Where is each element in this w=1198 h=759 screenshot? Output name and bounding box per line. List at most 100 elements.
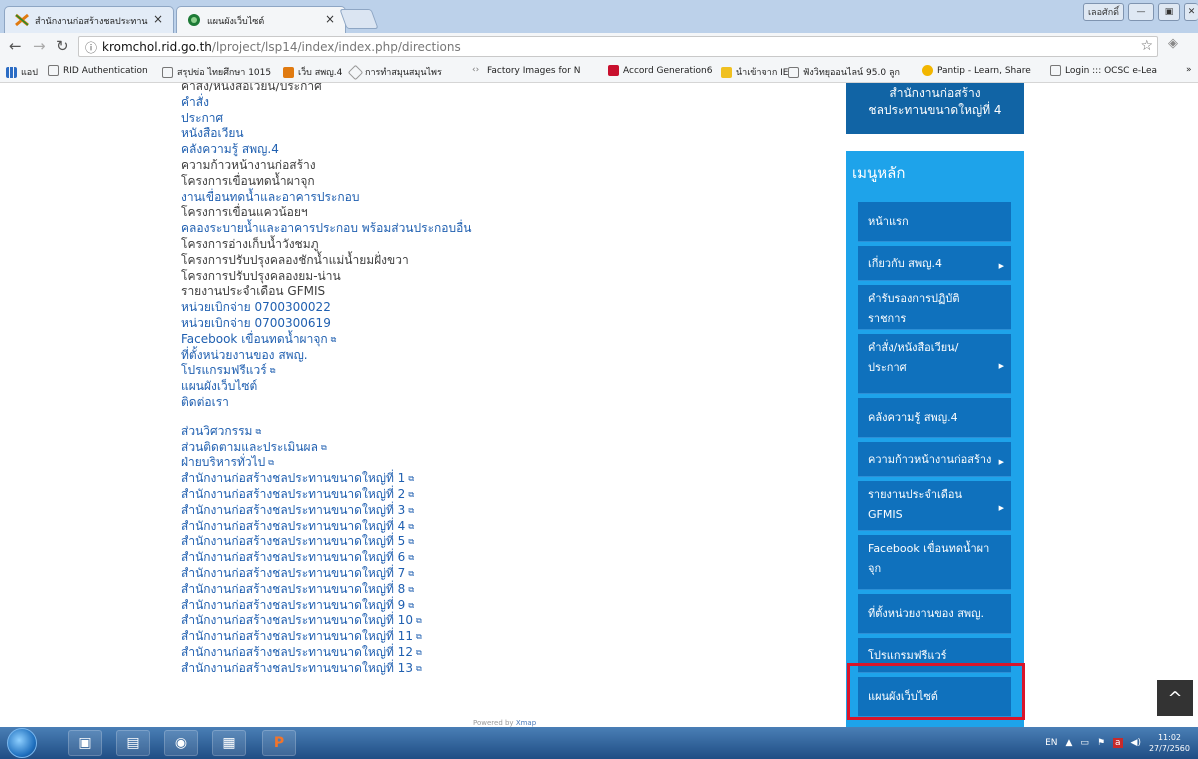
org-badge-line2: ชลประทานขนาดใหญ่ที่ 4 bbox=[868, 103, 1002, 117]
system-tray: EN ▲ ▭ ⚑ a ◀) 11:02 27/7/2560 bbox=[1045, 727, 1190, 759]
pencil-icon bbox=[347, 64, 364, 80]
menu-item[interactable]: ที่ตั้งหน่วยงานของ สพญ. bbox=[858, 594, 1011, 634]
sitemap-link[interactable]: ติดต่อเรา bbox=[181, 395, 472, 411]
forward-icon[interactable]: → bbox=[33, 37, 46, 55]
menu-item-label: โปรแกรมฟรีแวร์ bbox=[868, 649, 947, 662]
sitemap-link[interactable]: Facebook เขื่อนทดน้ำผาจุก ⧉ bbox=[181, 332, 472, 348]
sitemap-link[interactable]: คำสั่ง bbox=[181, 95, 472, 111]
sitemap-link[interactable]: ส่วนติดตามและประเมินผล ⧉ bbox=[181, 440, 472, 456]
bookmarks-overflow-button[interactable]: » bbox=[1186, 65, 1192, 75]
bookmark-item[interactable]: ‹› Factory Images for N bbox=[472, 65, 580, 76]
antivirus-icon[interactable]: a bbox=[1113, 738, 1123, 748]
sitemap-link[interactable]: แผนผังเว็บไซต์ bbox=[181, 379, 472, 395]
language-indicator[interactable]: EN bbox=[1045, 738, 1057, 748]
menu-item[interactable]: Facebook เขื่อนทดน้ำผา จุก bbox=[858, 535, 1011, 590]
sitemap-link[interactable]: หน่วยเบิกจ่าย 0700300022 bbox=[181, 300, 472, 316]
minimize-button[interactable]: — bbox=[1128, 3, 1154, 21]
sitemap-link[interactable]: โปรแกรมฟรีแวร์ ⧉ bbox=[181, 363, 472, 379]
sitemap-link[interactable]: สำนักงานก่อสร้างชลประทานขนาดใหญ่ที่ 9 ⧉ bbox=[181, 598, 472, 614]
back-icon[interactable]: ← bbox=[9, 37, 22, 55]
sitemap-link[interactable]: สำนักงานก่อสร้างชลประทานขนาดใหญ่ที่ 5 ⧉ bbox=[181, 534, 472, 550]
file-explorer-icon[interactable]: ▤ bbox=[116, 730, 150, 756]
bookmark-item[interactable]: Accord Generation6 bbox=[608, 65, 712, 76]
notes-app-icon[interactable]: ▦ bbox=[212, 730, 246, 756]
extension-icon[interactable]: ◈ bbox=[1168, 36, 1178, 51]
folder-icon bbox=[721, 66, 732, 78]
bookmark-item[interactable]: Login ::: OCSC e-Lea bbox=[1050, 65, 1157, 76]
menu-item[interactable]: รายงานประจำเดือน GFMIS ▶ bbox=[858, 481, 1011, 531]
sitemap-link[interactable]: สำนักงานก่อสร้างชลประทานขนาดใหญ่ที่ 8 ⧉ bbox=[181, 582, 472, 598]
browser-tab-2[interactable]: แผนผังเว็บไซต์ × bbox=[176, 6, 346, 33]
tray-expand-icon[interactable]: ▲ bbox=[1066, 738, 1073, 748]
network-icon[interactable]: ▭ bbox=[1080, 738, 1089, 748]
bookmark-item[interactable]: นำเข้าจาก IE bbox=[721, 65, 788, 79]
profile-button[interactable]: เลอศักดิ์ bbox=[1082, 3, 1124, 21]
menu-item[interactable]: คำสั่ง/หนังสือเวียน/ประกาศ ▶ bbox=[858, 334, 1011, 394]
menu-item[interactable]: หน้าแรก bbox=[858, 202, 1011, 242]
clock-date: 27/7/2560 bbox=[1148, 744, 1190, 753]
sitemap-link[interactable]: งานเขื่อนทดน้ำและอาคารประกอบ bbox=[181, 190, 472, 206]
xmap-link[interactable]: Xmap bbox=[516, 719, 536, 727]
bookmark-star-icon[interactable]: ☆ bbox=[1140, 38, 1153, 54]
external-link-icon: ⧉ bbox=[255, 426, 262, 436]
browser-tab-1[interactable]: สำนักงานก่อสร้างชลประทาน × bbox=[4, 6, 174, 33]
menu-item[interactable]: เกี่ยวกับ สพญ.4 ▶ bbox=[858, 246, 1011, 281]
tab-close-icon[interactable]: × bbox=[325, 12, 335, 26]
menu-item-label: คำสั่ง/หนังสือเวียน/ bbox=[868, 341, 959, 354]
tab-strip: สำนักงานก่อสร้างชลประทาน × แผนผังเว็บไซต… bbox=[0, 0, 1198, 33]
address-bar-row: ← → ↻ ⓘ kromchol.rid.go.th/lproject/lsp1… bbox=[0, 33, 1198, 59]
tab-label: แผนผังเว็บไซต์ bbox=[207, 17, 265, 27]
reload-icon[interactable]: ↻ bbox=[56, 37, 69, 55]
sitemap-link[interactable]: คลังความรู้ สพญ.4 bbox=[181, 142, 472, 158]
bookmark-item[interactable]: การทำสมุนสมุนไพร bbox=[347, 64, 442, 80]
sitemap-link: คำสั่ง/หนังสือเวียน/ประกาศ bbox=[181, 83, 322, 93]
sitemap-link[interactable]: ส่วนวิศวกรรม ⧉ bbox=[181, 424, 472, 440]
tab-close-icon[interactable]: × bbox=[153, 12, 163, 26]
bookmark-item[interactable]: สรุปข่อ ไทยศึกษา 1015 bbox=[162, 65, 271, 79]
sitemap-link[interactable]: สำนักงานก่อสร้างชลประทานขนาดใหญ่ที่ 3 ⧉ bbox=[181, 503, 472, 519]
sitemap-link[interactable]: คลองระบายน้ำและอาคารประกอบ พร้อมส่วนประก… bbox=[181, 221, 472, 237]
menu-item[interactable]: คำรับรองการปฏิบัติ ราชการ bbox=[858, 285, 1011, 330]
sitemap-link[interactable]: สำนักงานก่อสร้างชลประทานขนาดใหญ่ที่ 10 ⧉ bbox=[181, 613, 472, 629]
clock[interactable]: 11:02 27/7/2560 bbox=[1149, 732, 1190, 754]
maximize-button[interactable]: ▣ bbox=[1158, 3, 1180, 21]
chevron-up-icon: ^ bbox=[1167, 687, 1183, 709]
sitemap-link[interactable]: สำนักงานก่อสร้างชลประทานขนาดใหญ่ที่ 2 ⧉ bbox=[181, 487, 472, 503]
scroll-to-top-button[interactable]: ^ bbox=[1157, 680, 1193, 716]
sitemap-link[interactable]: ที่ตั้งหน่วยงานของ สพญ. bbox=[181, 348, 472, 364]
sitemap-link[interactable]: ประกาศ bbox=[181, 111, 472, 127]
apps-grid-icon bbox=[6, 66, 17, 78]
sitemap-link[interactable]: สำนักงานก่อสร้างชลประทานขนาดใหญ่ที่ 11 ⧉ bbox=[181, 629, 472, 645]
bookmark-item[interactable]: Pantip - Learn, Share bbox=[922, 65, 1031, 76]
menu-item[interactable]: ความก้าวหน้างานก่อสร้าง ▶ bbox=[858, 442, 1011, 477]
sitemap-link[interactable]: สำนักงานก่อสร้างชลประทานขนาดใหญ่ที่ 12 ⧉ bbox=[181, 645, 472, 661]
info-icon[interactable]: ⓘ bbox=[85, 39, 97, 56]
bookmark-apps[interactable]: แอป bbox=[6, 65, 38, 79]
sitemap-link[interactable]: สำนักงานก่อสร้างชลประทานขนาดใหญ่ที่ 4 ⧉ bbox=[181, 519, 472, 535]
menu-item[interactable]: โปรแกรมฟรีแวร์ bbox=[858, 638, 1011, 673]
media-player-icon[interactable]: ▣ bbox=[68, 730, 102, 756]
chrome-icon[interactable]: ◉ bbox=[164, 730, 198, 756]
bookmark-item[interactable]: RID Authentication bbox=[48, 65, 148, 76]
close-window-button[interactable]: ✕ bbox=[1184, 3, 1198, 21]
flag-icon[interactable]: ⚑ bbox=[1097, 738, 1105, 748]
external-link-icon: ⧉ bbox=[330, 334, 337, 344]
start-button[interactable] bbox=[7, 728, 37, 758]
url-input[interactable]: ⓘ kromchol.rid.go.th/lproject/lsp14/inde… bbox=[78, 36, 1158, 57]
sitemap-link[interactable]: สำนักงานก่อสร้างชลประทานขนาดใหญ่ที่ 1 ⧉ bbox=[181, 471, 472, 487]
menu-item[interactable]: แผนผังเว็บไซต์ bbox=[858, 677, 1011, 717]
sitemap-link[interactable]: หนังสือเวียน bbox=[181, 126, 472, 142]
powerpoint-icon[interactable]: P bbox=[262, 730, 296, 756]
sitemap-link[interactable]: สำนักงานก่อสร้างชลประทานขนาดใหญ่ที่ 13 ⧉ bbox=[181, 661, 472, 677]
submenu-arrow-icon: ▶ bbox=[998, 458, 1004, 466]
bookmark-item[interactable]: เว็บ สพญ.4 bbox=[283, 65, 342, 79]
bookmark-item[interactable]: ฟังวิทยุออนไลน์ 95.0 ลูก bbox=[788, 65, 900, 79]
sitemap-link[interactable]: สำนักงานก่อสร้างชลประทานขนาดใหญ่ที่ 7 ⧉ bbox=[181, 566, 472, 582]
sitemap-link[interactable]: ฝ่ายบริหารทั่วไป ⧉ bbox=[181, 455, 472, 471]
sitemap-link[interactable]: หน่วยเบิกจ่าย 0700300619 bbox=[181, 316, 472, 332]
volume-icon[interactable]: ◀) bbox=[1131, 738, 1141, 748]
sitemap-link[interactable]: สำนักงานก่อสร้างชลประทานขนาดใหญ่ที่ 6 ⧉ bbox=[181, 550, 472, 566]
menu-item[interactable]: คลังความรู้ สพญ.4 bbox=[858, 398, 1011, 438]
menu-item-label: ราชการ bbox=[868, 312, 907, 325]
new-tab-button[interactable] bbox=[339, 9, 379, 29]
